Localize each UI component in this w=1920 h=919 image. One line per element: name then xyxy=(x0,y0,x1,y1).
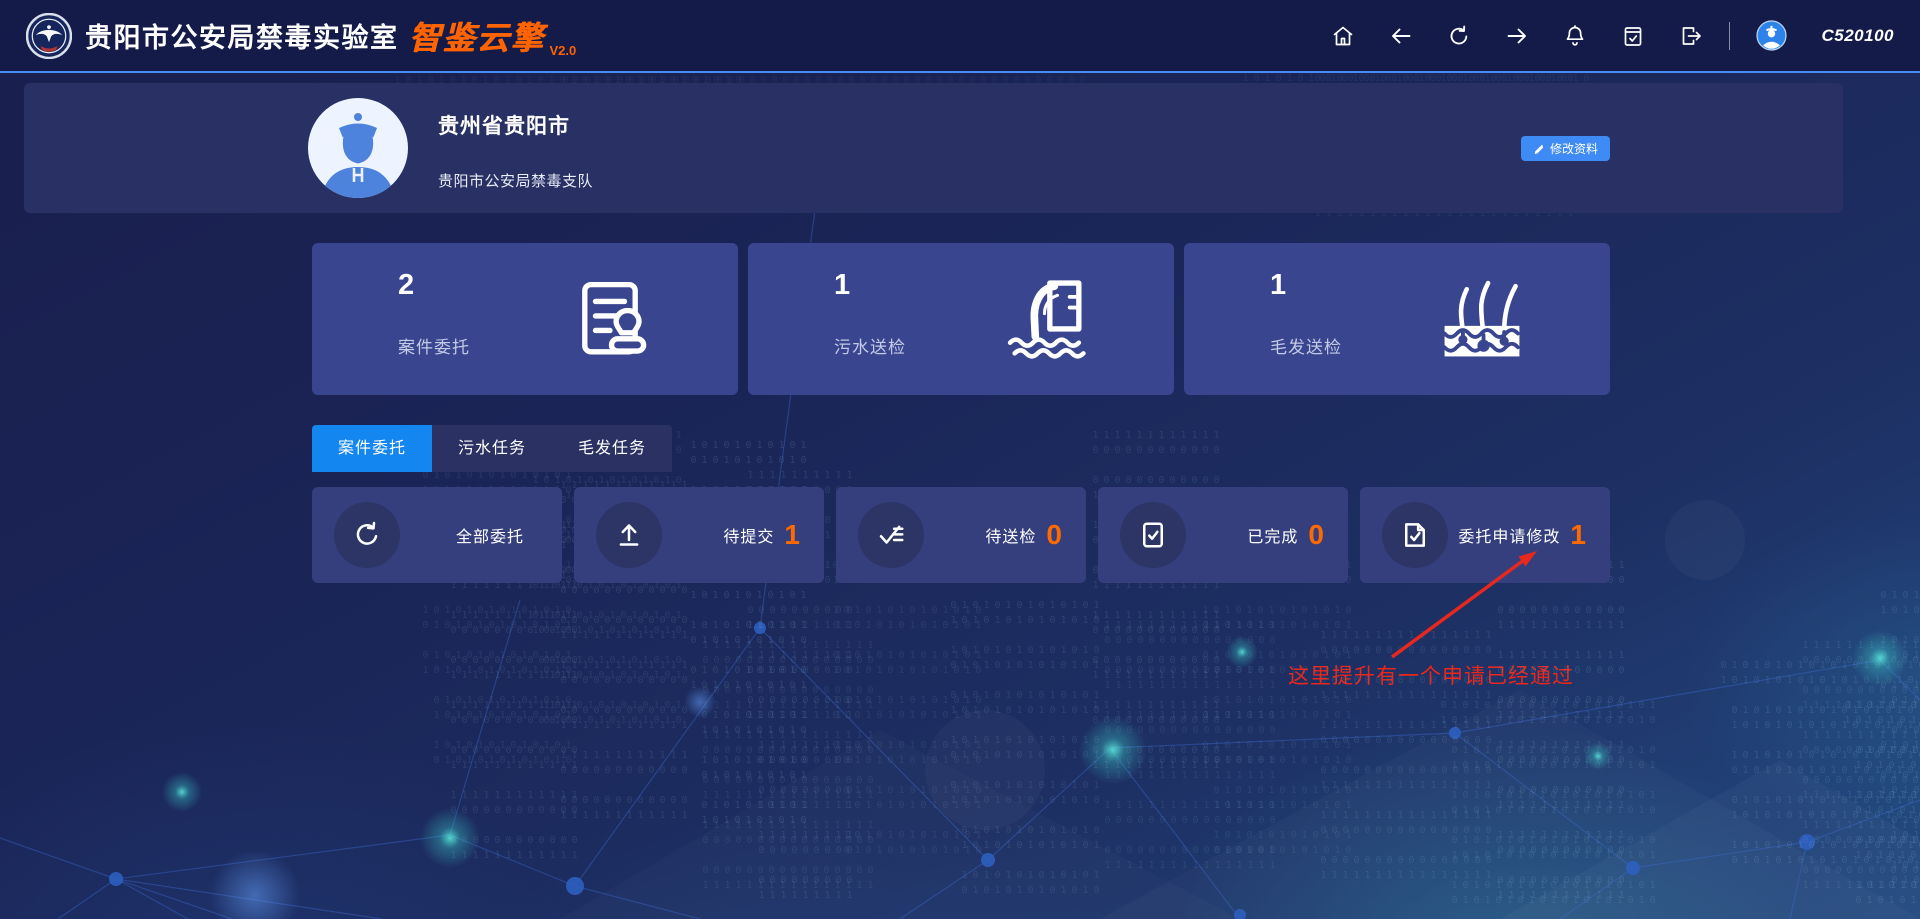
stat-value: 1 xyxy=(1270,269,1286,302)
sewage-pipe-icon xyxy=(1004,271,1088,367)
filter-card-pending-inspect[interactable]: 待送检 0 xyxy=(836,487,1086,583)
binary-rain-column: 10 01 10 01 10 01 10 01 10 01 10 01 10 0… xyxy=(1438,700,1658,910)
hair-follicle-icon xyxy=(1440,271,1524,367)
binary-rain-column: 10 01 10 01 10 01 10 01 10 01 10 01 10 0… xyxy=(1800,640,1920,910)
profile-region: 贵州省贵阳市 xyxy=(438,110,570,140)
filter-count: 1 xyxy=(1570,519,1586,551)
tab-sewage-task[interactable]: 污水任务 xyxy=(432,425,552,472)
filter-icon-circle xyxy=(596,502,662,568)
profile-unit: 贵阳市公安局禁毒支队 xyxy=(438,170,593,191)
stat-label: 案件委托 xyxy=(398,333,470,358)
task-check-icon[interactable] xyxy=(1621,24,1645,48)
forward-arrow-icon[interactable] xyxy=(1505,24,1529,48)
notification-bell-icon[interactable] xyxy=(1563,24,1587,48)
police-badge-logo xyxy=(26,13,72,59)
pencil-icon xyxy=(1533,143,1545,155)
edit-profile-button[interactable]: 修改资料 xyxy=(1521,136,1610,161)
binary-rain-column: 10 01 10 01 10 01 10 01 10 01 10 01 10 0… xyxy=(948,600,1102,900)
app-header: 贵阳市公安局禁毒实验室 智鉴云擎 V2.0 xyxy=(0,0,1920,73)
header-toolbar: C520100 xyxy=(1331,20,1894,51)
filter-label: 全部委托 xyxy=(456,523,524,547)
app-root: 贵阳市公安局禁毒实验室 智鉴云擎 V2.0 xyxy=(0,0,1920,919)
annotation-note: 这里提升有一个申请已经通过 xyxy=(1288,660,1574,690)
org-title: 贵阳市公安局禁毒实验室 xyxy=(85,16,399,55)
filter-card-all[interactable]: 全部委托 xyxy=(312,487,562,583)
filter-label: 待送检 xyxy=(985,523,1036,547)
back-arrow-icon[interactable] xyxy=(1389,24,1413,48)
logout-icon[interactable] xyxy=(1679,24,1703,48)
task-tabs: 案件委托 污水任务 毛发任务 xyxy=(312,425,672,472)
product-name: 智鉴云擎 xyxy=(409,13,545,59)
filter-icon-circle xyxy=(334,502,400,568)
filter-icon-circle xyxy=(1120,502,1186,568)
profile-avatar xyxy=(308,98,408,198)
filter-count: 0 xyxy=(1046,519,1062,551)
stat-value: 2 xyxy=(398,269,414,302)
binary-rain-column: 10 01 10 01 10 01 10 01 10 01 10 01 10 0… xyxy=(1718,660,1920,910)
user-avatar[interactable] xyxy=(1756,20,1787,51)
reset-icon xyxy=(352,520,382,550)
upload-icon xyxy=(614,520,644,550)
checklist-icon xyxy=(876,520,906,550)
binary-rain-column: 10 01 10 01 10 01 10 01 10 01 10 01 10 0… xyxy=(1495,560,1627,910)
filters-row: 全部委托 待提交 1 待送检 0 xyxy=(312,487,1610,583)
document-check-icon xyxy=(1138,520,1168,550)
refresh-icon[interactable] xyxy=(1447,24,1471,48)
tab-case-entrust[interactable]: 案件委托 xyxy=(312,425,432,472)
filter-card-modify-request[interactable]: 委托申请修改 1 xyxy=(1360,487,1610,583)
stat-label: 污水送检 xyxy=(834,333,906,358)
header-divider xyxy=(1729,22,1730,50)
filter-card-completed[interactable]: 已完成 0 xyxy=(1098,487,1348,583)
stat-value: 1 xyxy=(834,269,850,302)
binary-rain-column: 10 01 10 01 10 01 10 01 10 01 10 01 10 0… xyxy=(1842,700,1920,910)
binary-rain-column: 10 01 10 01 10 01 10 01 10 01 10 01 10 0… xyxy=(1878,590,1920,910)
user-id-label: C520100 xyxy=(1821,26,1894,46)
filter-icon-circle xyxy=(858,502,924,568)
filter-count: 0 xyxy=(1308,519,1324,551)
filter-icon-circle xyxy=(1382,502,1448,568)
binary-rain-column: 10 01 10 01 10 01 10 01 10 01 10 01 10 0… xyxy=(1200,560,1354,900)
filter-label: 待提交 xyxy=(723,523,774,547)
stat-card-sewage[interactable]: 1 污水送检 xyxy=(748,243,1174,395)
stat-label: 毛发送检 xyxy=(1270,333,1342,358)
tab-hair-task[interactable]: 毛发任务 xyxy=(552,425,672,472)
filter-label: 委托申请修改 xyxy=(1458,523,1560,547)
profile-banner: 贵州省贵阳市 贵阳市公安局禁毒支队 修改资料 xyxy=(24,83,1843,213)
product-version: V2.0 xyxy=(550,43,577,58)
filter-card-pending-submit[interactable]: 待提交 1 xyxy=(574,487,824,583)
stat-card-case-entrust[interactable]: 2 案件委托 xyxy=(312,243,738,395)
case-document-stamp-icon xyxy=(568,271,652,367)
document-check-fold-icon xyxy=(1400,520,1430,550)
filter-label: 已完成 xyxy=(1247,523,1298,547)
home-icon[interactable] xyxy=(1331,24,1355,48)
filter-count: 1 xyxy=(784,519,800,551)
edit-profile-label: 修改资料 xyxy=(1550,140,1598,157)
binary-rain-column: 10 01 10 01 10 01 10 01 10 01 10 01 10 0… xyxy=(830,560,984,890)
stat-card-hair[interactable]: 1 毛发送检 xyxy=(1184,243,1610,395)
binary-rain-column: 10 01 10 01 10 01 10 01 10 01 10 01 10 0… xyxy=(1102,620,1278,910)
binary-rain-column: 10 01 10 01 10 01 10 01 10 01 10 01 10 0… xyxy=(700,640,876,910)
stats-row: 2 案件委托 1 污水送检 1 毛发送检 xyxy=(312,243,1610,395)
